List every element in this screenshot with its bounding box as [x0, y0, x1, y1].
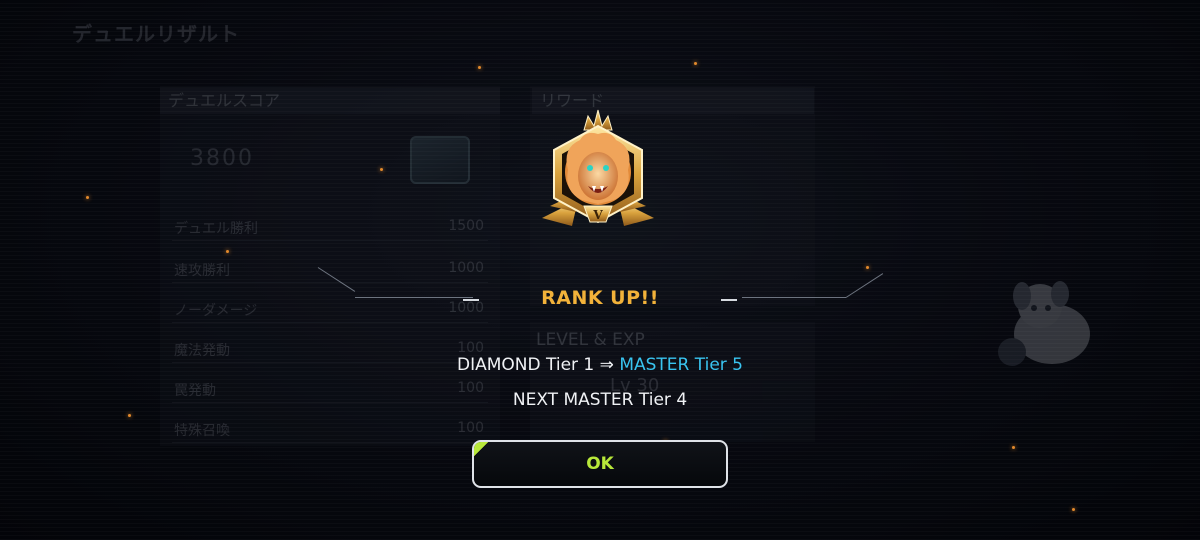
- spark-particle: [694, 62, 697, 65]
- rank-arrow: ⇒: [599, 355, 614, 375]
- ok-button[interactable]: OK: [472, 440, 728, 488]
- rank-change-line: DIAMOND Tier 1 ⇒ MASTER Tier 5: [0, 355, 1200, 375]
- to-rank: MASTER Tier 5: [619, 355, 743, 375]
- spark-particle: [380, 168, 383, 171]
- spark-particle: [226, 250, 229, 253]
- spark-particle: [866, 266, 869, 269]
- next-rank-text: NEXT MASTER Tier 4: [512, 390, 688, 410]
- ok-button-label: OK: [586, 454, 614, 474]
- from-rank: DIAMOND Tier 1: [457, 355, 595, 375]
- spark-particle: [478, 66, 481, 69]
- spark-particle: [1012, 446, 1015, 449]
- spark-particle: [86, 196, 89, 199]
- master-lion-emblem-icon: V: [542, 109, 654, 226]
- spark-particle: [128, 414, 131, 417]
- rank-up-title: RANK UP!!: [541, 287, 659, 309]
- spark-particle: [1072, 508, 1075, 511]
- emblem-tier-label: V: [592, 208, 603, 222]
- button-corner-accent: [474, 442, 490, 458]
- duel-result-screen: デュエルリザルト デュエルスコア 3800 デュエル勝利 1500 速攻勝利 1…: [0, 0, 1200, 540]
